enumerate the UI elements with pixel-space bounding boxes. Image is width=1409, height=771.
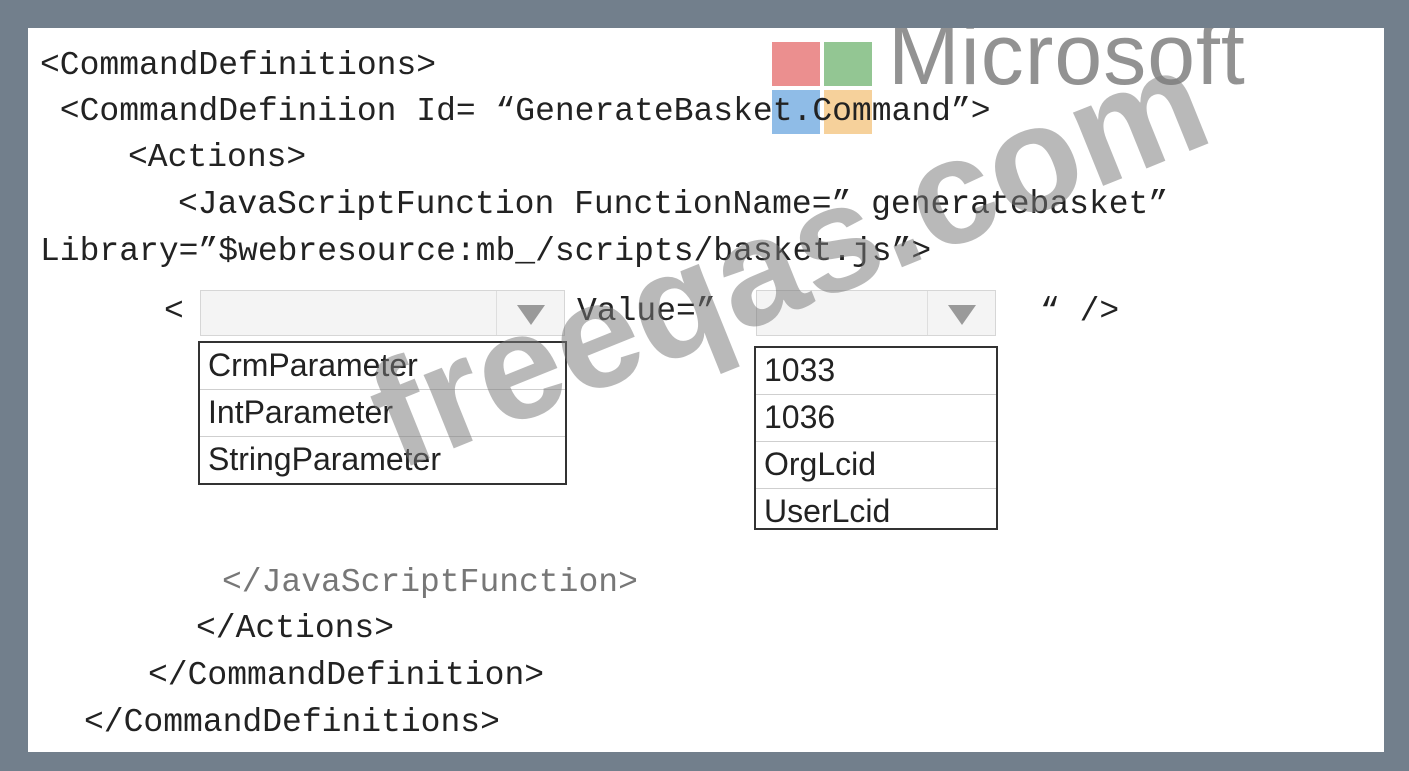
value-dropdown-button[interactable] bbox=[927, 291, 995, 335]
code-line-end-def: </CommandDefinition> bbox=[148, 657, 545, 694]
code-line-2: <CommandDefiniion Id= “GenerateBasket.Co… bbox=[40, 93, 991, 130]
code-line-3: <Actions> bbox=[128, 139, 307, 176]
open-bracket: < bbox=[164, 293, 184, 330]
parameter-type-dropdown-button[interactable] bbox=[496, 291, 564, 335]
close-tag: “ /> bbox=[1040, 293, 1120, 330]
option-int-parameter[interactable]: IntParameter bbox=[200, 390, 565, 437]
code-line-5: Library=”$webresource:mb_/scripts/basket… bbox=[40, 233, 932, 270]
option-crm-parameter[interactable]: CrmParameter bbox=[200, 343, 565, 390]
parameter-type-dropdown[interactable] bbox=[200, 290, 565, 336]
code-line-end-actions: </Actions> bbox=[196, 610, 395, 647]
value-options: 1033 1036 OrgLcid UserLcid bbox=[754, 346, 998, 530]
code-line-4: <JavaScriptFunction FunctionName=” gener… bbox=[178, 186, 1169, 223]
parameter-type-options: CrmParameter IntParameter StringParamete… bbox=[198, 341, 567, 485]
chevron-down-icon bbox=[516, 305, 545, 325]
question-panel: Microsoft <CommandDefinitions> <CommandD… bbox=[28, 28, 1384, 752]
logo-green-tile bbox=[824, 42, 872, 86]
code-line-1: <CommandDefinitions> bbox=[40, 47, 437, 84]
value-label: Value=” bbox=[577, 293, 716, 330]
code-line-end-js: </JavaScriptFunction> bbox=[222, 564, 638, 601]
option-user-lcid[interactable]: UserLcid bbox=[756, 489, 996, 536]
option-org-lcid[interactable]: OrgLcid bbox=[756, 442, 996, 489]
option-1033[interactable]: 1033 bbox=[756, 348, 996, 395]
logo-red-tile bbox=[772, 42, 820, 86]
option-1036[interactable]: 1036 bbox=[756, 395, 996, 442]
option-string-parameter[interactable]: StringParameter bbox=[200, 437, 565, 484]
code-line-end-defs: </CommandDefinitions> bbox=[84, 704, 500, 741]
chevron-down-icon bbox=[947, 305, 976, 325]
value-dropdown[interactable] bbox=[756, 290, 996, 336]
